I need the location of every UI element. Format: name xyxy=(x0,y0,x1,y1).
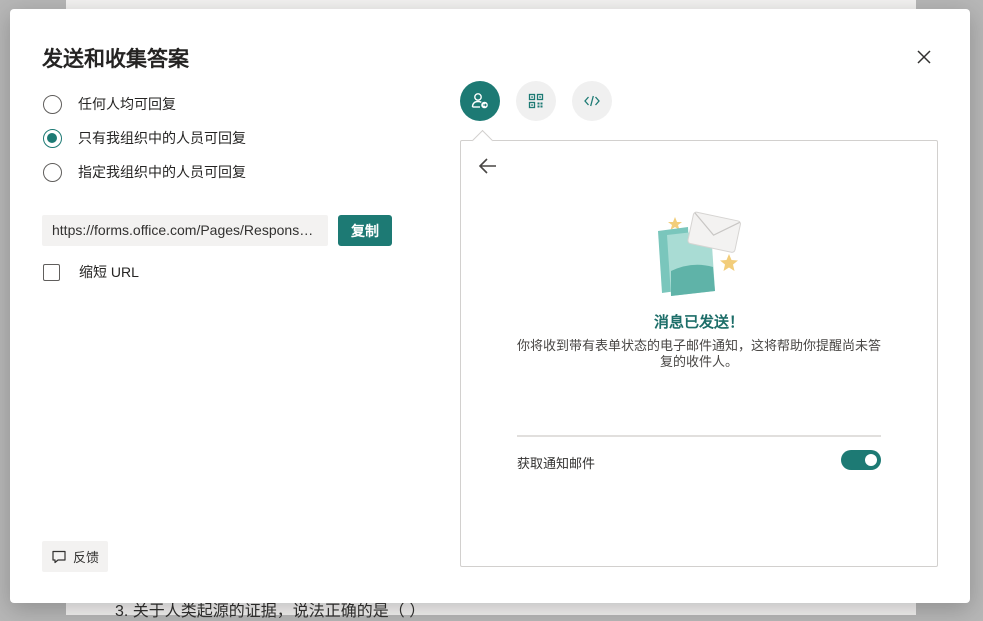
shorten-url-checkbox[interactable] xyxy=(43,263,60,281)
send-panel: 消息已发送！ 你将收到带有表单状态的电子邮件通知，这将帮助你提醒尚未答复的收件人… xyxy=(460,129,938,567)
shorten-url-option[interactable]: 缩短 URL xyxy=(43,262,139,282)
radio-button-selected[interactable] xyxy=(43,128,62,148)
send-dialog: 发送和收集答案 任何人均可回复 只有我组织中的人员可回复 指定我组织中的人员可回… xyxy=(10,9,970,603)
tab-send-invite[interactable] xyxy=(460,81,500,121)
message-sent-illustration xyxy=(658,211,741,296)
copy-button[interactable]: 复制 xyxy=(338,215,392,246)
message-sent-description: 你将收到带有表单状态的电子邮件通知，这将帮助你提醒尚未答复的收件人。 xyxy=(516,338,881,369)
radio-label: 只有我组织中的人员可回复 xyxy=(78,130,246,146)
close-icon xyxy=(917,50,931,64)
share-link-field[interactable]: https://forms.office.com/Pages/ResponseP… xyxy=(42,215,328,246)
feedback-label: 反馈 xyxy=(72,550,99,565)
close-button[interactable] xyxy=(912,45,936,69)
notification-toggle[interactable] xyxy=(841,450,881,470)
qr-code-icon xyxy=(528,93,544,109)
radio-label: 指定我组织中的人员可回复 xyxy=(78,164,246,180)
panel-notch xyxy=(471,129,494,152)
dialog-title: 发送和收集答案 xyxy=(42,48,189,71)
radio-option-organization[interactable]: 只有我组织中的人员可回复 xyxy=(43,126,246,150)
notification-toggle-label: 获取通知邮件 xyxy=(517,456,596,471)
radio-option-specific-people[interactable]: 指定我组织中的人员可回复 xyxy=(43,160,246,184)
message-sent-title: 消息已发送！ xyxy=(653,314,744,331)
radio-label: 任何人均可回复 xyxy=(78,96,176,112)
tab-embed-code[interactable] xyxy=(572,81,612,121)
shorten-url-label: 缩短 URL xyxy=(79,264,139,280)
toggle-knob xyxy=(865,454,877,466)
back-button[interactable] xyxy=(477,155,499,177)
tab-qr-code[interactable] xyxy=(516,81,556,121)
person-send-icon xyxy=(471,93,488,109)
arrow-left-icon xyxy=(478,158,496,174)
radio-option-anyone[interactable]: 任何人均可回复 xyxy=(43,92,176,116)
comment-icon xyxy=(52,550,66,563)
embed-code-icon xyxy=(584,95,600,107)
radio-button[interactable] xyxy=(43,162,62,182)
feedback-button[interactable]: 反馈 xyxy=(42,541,108,572)
divider xyxy=(517,435,881,437)
radio-button[interactable] xyxy=(43,94,62,114)
